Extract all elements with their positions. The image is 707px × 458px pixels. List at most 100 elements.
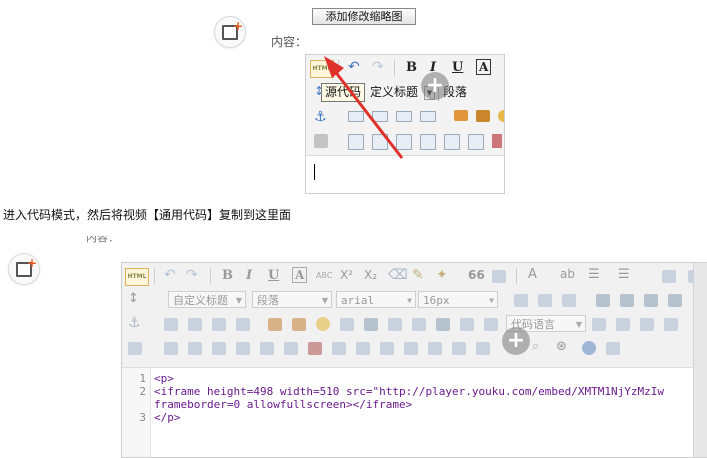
- merge-right-icon[interactable]: [356, 342, 370, 355]
- background-icon[interactable]: [640, 318, 654, 331]
- ordered-list-icon[interactable]: ☰: [588, 267, 600, 282]
- anchor-icon[interactable]: ⚓: [128, 315, 141, 331]
- code-line: </p>: [154, 411, 181, 424]
- image-left-icon[interactable]: [164, 318, 178, 331]
- delete-row-icon[interactable]: [260, 342, 274, 355]
- iframe-icon[interactable]: [484, 318, 498, 331]
- justify-full-icon[interactable]: [668, 294, 682, 307]
- merge-down-icon[interactable]: [380, 342, 394, 355]
- chart-icon[interactable]: [476, 342, 490, 355]
- split-cells-icon[interactable]: [404, 342, 418, 355]
- toolbar-row-4: ⌕ ⊛: [122, 337, 707, 361]
- scrawl-icon[interactable]: [340, 318, 354, 331]
- toolbar-row-3: ⚓ 代码语言 ▼: [122, 313, 707, 337]
- font-size-value: 16px: [423, 294, 450, 307]
- delete-col-icon[interactable]: [308, 342, 322, 355]
- html-source-button[interactable]: HTML: [125, 268, 149, 286]
- heading-select-value: 自定义标题: [173, 294, 228, 307]
- format-painter-icon[interactable]: ✎: [412, 267, 424, 283]
- search-icon[interactable]: ⌕: [532, 339, 539, 354]
- underline-button[interactable]: U: [268, 268, 279, 283]
- instruction-text: 进入代码模式，然后将视频【通用代码】复制到这里面: [3, 208, 292, 222]
- font-color-button[interactable]: A: [292, 267, 308, 283]
- redo-icon[interactable]: ↷: [186, 267, 198, 283]
- wordimage-icon[interactable]: [664, 318, 678, 331]
- split-cols-icon[interactable]: [452, 342, 466, 355]
- justify-center-icon[interactable]: [620, 294, 634, 307]
- gmap-icon[interactable]: [460, 318, 474, 331]
- caption-icon[interactable]: [212, 342, 226, 355]
- line-number: 2: [139, 385, 146, 398]
- insert-image-icon[interactable]: [268, 318, 282, 331]
- split-rows-icon[interactable]: [428, 342, 442, 355]
- bold-button[interactable]: B: [222, 268, 233, 283]
- line-number: 1: [139, 372, 146, 385]
- underline-button[interactable]: U: [452, 60, 463, 75]
- justify-left-icon[interactable]: [596, 294, 610, 307]
- image-right-icon[interactable]: [212, 318, 226, 331]
- italic-button[interactable]: I: [246, 268, 252, 283]
- paragraph-select-value: 段落: [257, 294, 279, 307]
- blockquote-button[interactable]: 66: [468, 268, 485, 282]
- map-icon[interactable]: [436, 318, 450, 331]
- template-icon[interactable]: [592, 318, 606, 331]
- font-family-select[interactable]: arial ▼: [336, 291, 416, 308]
- undo-icon[interactable]: ↶: [164, 267, 176, 283]
- text-caret: [314, 164, 315, 180]
- paste-plain-icon[interactable]: [492, 270, 506, 283]
- spellcheck-icon[interactable]: ab: [560, 267, 575, 281]
- line-height-icon[interactable]: ↕: [128, 291, 139, 306]
- paragraph-select[interactable]: 段落 ▼: [252, 291, 332, 308]
- help-icon[interactable]: [582, 341, 596, 355]
- overlay-plus-icon: +: [502, 327, 530, 355]
- insert-row-icon[interactable]: [420, 134, 436, 150]
- unordered-list-icon[interactable]: ☰: [618, 267, 630, 282]
- insert-col-icon[interactable]: [284, 342, 298, 355]
- indent-icon[interactable]: [562, 294, 576, 307]
- emotion-icon[interactable]: [498, 110, 504, 122]
- font-size-button[interactable]: A: [528, 267, 537, 282]
- delete-col-icon[interactable]: [492, 134, 502, 148]
- editor-scrollbar[interactable]: [693, 263, 707, 457]
- binoculars-icon[interactable]: ⊛: [556, 339, 567, 354]
- drafts-icon[interactable]: [606, 342, 620, 355]
- image-center-icon[interactable]: [236, 318, 250, 331]
- add-thumbnail-button[interactable]: 添加修改缩略图: [312, 8, 416, 25]
- heading-select[interactable]: 自定义标题 ▼: [168, 291, 246, 308]
- merge-cells-icon[interactable]: [332, 342, 346, 355]
- overlay-plus-icon: +: [421, 72, 449, 100]
- insert-table-icon[interactable]: [164, 342, 178, 355]
- image-none-icon[interactable]: [188, 318, 202, 331]
- preview-icon[interactable]: [128, 342, 142, 355]
- insert-row-icon[interactable]: [236, 342, 250, 355]
- table-props-icon[interactable]: [188, 342, 202, 355]
- eraser-icon[interactable]: ⌫: [388, 267, 408, 283]
- align-justify-icon[interactable]: [420, 111, 436, 122]
- emotion-icon[interactable]: [316, 317, 330, 331]
- multi-image-icon[interactable]: [292, 318, 306, 331]
- insert-col-icon[interactable]: [468, 134, 484, 150]
- multi-image-icon[interactable]: [476, 110, 490, 122]
- insert-video-icon[interactable]: [364, 318, 378, 331]
- image-icon[interactable]: [454, 110, 468, 121]
- select-all-icon[interactable]: [662, 270, 676, 283]
- red-arrow-annotation: [324, 56, 404, 159]
- superscript-button[interactable]: X²: [340, 268, 353, 282]
- content-label-2: 内容：: [86, 236, 119, 243]
- add-thumbnail-icon[interactable]: +: [214, 16, 246, 48]
- font-color-button[interactable]: A: [476, 59, 492, 75]
- page-break-icon[interactable]: [616, 318, 630, 331]
- auto-format-icon[interactable]: ✦: [436, 267, 448, 283]
- code-editor-area[interactable]: 1 <p> 2 <iframe height=498 width=510 src…: [122, 367, 707, 457]
- attachment-icon[interactable]: [412, 318, 426, 331]
- subscript-button[interactable]: X₂: [364, 268, 377, 282]
- rtl-icon[interactable]: [538, 294, 552, 307]
- strikethrough-button[interactable]: ABC: [316, 271, 332, 280]
- font-size-select[interactable]: 16px ▼: [418, 291, 498, 308]
- delete-row-icon[interactable]: [444, 134, 460, 150]
- music-icon[interactable]: [388, 318, 402, 331]
- ltr-icon[interactable]: [514, 294, 528, 307]
- add-thumbnail-icon-2[interactable]: +: [8, 253, 40, 285]
- justify-right-icon[interactable]: [644, 294, 658, 307]
- font-family-value: arial: [341, 294, 375, 307]
